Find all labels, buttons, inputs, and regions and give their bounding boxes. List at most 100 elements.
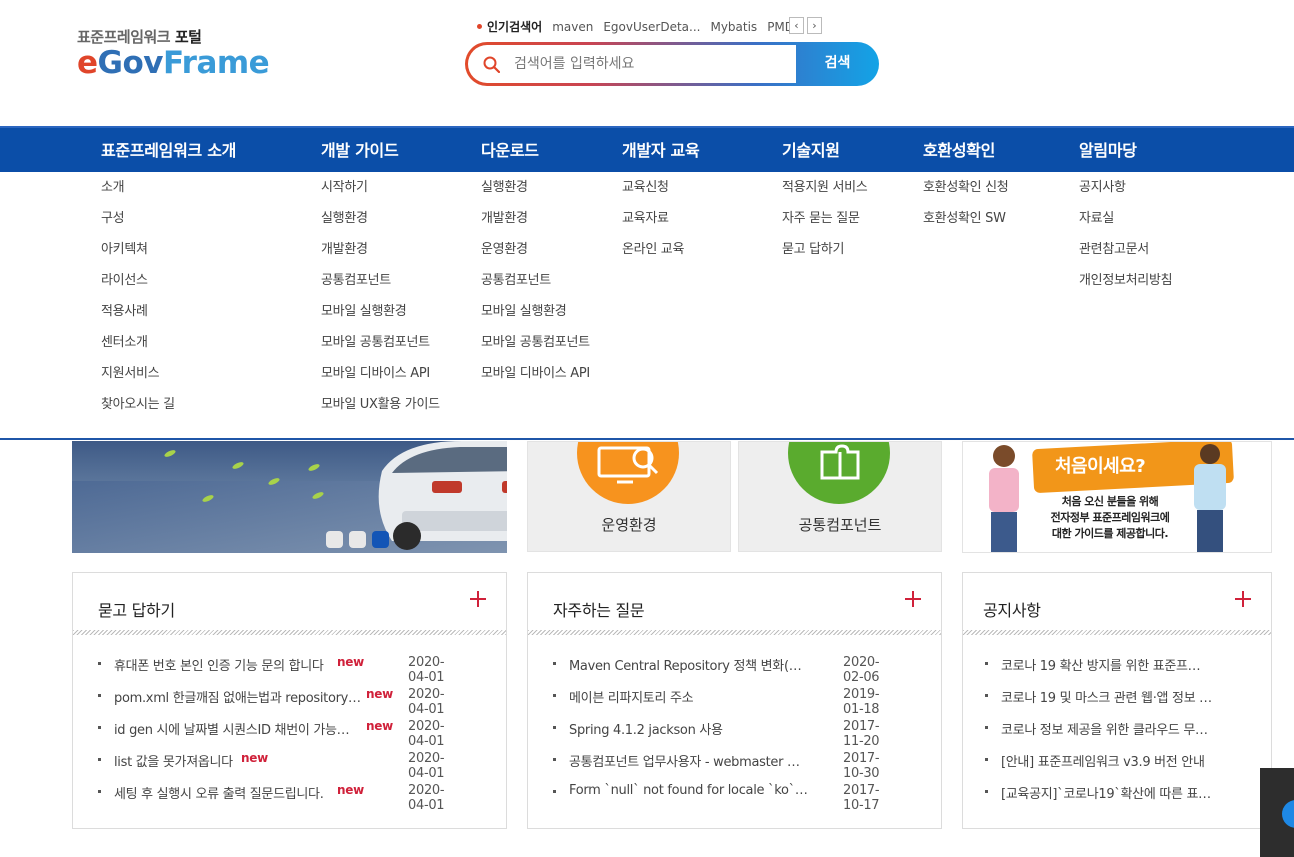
submenu-item[interactable]: 찾아오시는 길 (101, 396, 175, 427)
board-title: 자주하는 질문 (553, 601, 645, 620)
submenu-item[interactable]: 시작하기 (321, 179, 440, 210)
post-title[interactable]: 코로나 19 및 마스크 관련 웹·앱 정보 … (1001, 687, 1216, 706)
submenu-item[interactable]: 온라인 교육 (622, 241, 684, 272)
bullet-icon (98, 790, 101, 793)
kid-illustration (989, 445, 1019, 552)
submenu-item[interactable]: 적용지원 서비스 (782, 179, 868, 210)
submenu-item[interactable]: 개발환경 (481, 210, 590, 241)
popular-keyword[interactable]: maven (552, 20, 593, 34)
post-title[interactable]: Spring 4.1.2 jackson 사용 (569, 719, 809, 738)
prev-keyword-button[interactable]: ‹ (789, 17, 804, 34)
submenu-item[interactable]: 공통컴포넌트 (321, 272, 440, 303)
post-date: 2017-10-17 (843, 783, 880, 813)
quick-card-operations[interactable]: 운영환경 (527, 441, 731, 552)
nav-tech-support[interactable]: 기술지원 (782, 137, 840, 161)
plus-icon[interactable] (905, 591, 921, 607)
popular-title: 인기검색어 (487, 20, 543, 34)
submenu-item[interactable]: 지원서비스 (101, 365, 175, 396)
submenu-item[interactable]: 관련참고문서 (1079, 241, 1172, 272)
post-title[interactable]: 메이븐 리파지토리 주소 (569, 687, 809, 706)
slide-indicator[interactable] (349, 531, 366, 548)
post-date: 2020-04-01 (408, 719, 445, 749)
slide-indicator-active[interactable] (372, 531, 389, 548)
post-title[interactable]: id gen 시에 날짜별 시퀀스ID 채번이 가능… (114, 719, 364, 738)
submenu-item[interactable]: 모바일 UX활용 가이드 (321, 396, 440, 427)
submenu-item[interactable]: 실행환경 (481, 179, 590, 210)
submenu-item[interactable]: 모바일 실행환경 (321, 303, 440, 334)
search-field-wrap (468, 45, 796, 83)
submenu-item[interactable]: 교육신청 (622, 179, 684, 210)
nav-notice[interactable]: 알림마당 (1079, 137, 1137, 161)
bullet-icon (985, 790, 988, 793)
submenu-item[interactable]: 운영환경 (481, 241, 590, 272)
popular-keywords: 인기검색어 maven EgovUserDeta... Mybatis PMD ‹ › (477, 17, 827, 36)
post-title[interactable]: 세팅 후 실행시 오류 출력 질문드립니다. (114, 783, 336, 802)
submenu-item[interactable]: 모바일 실행환경 (481, 303, 590, 334)
submenu-item[interactable]: 실행환경 (321, 210, 440, 241)
submenu-item[interactable]: 개인정보처리방침 (1079, 272, 1173, 303)
submenu-dev-guide: 시작하기 실행환경 개발환경 공통컴포넌트 모바일 실행환경 모바일 공통컴포넌… (321, 179, 440, 427)
post-date: 2017-11-20 (843, 719, 880, 749)
submenu-item[interactable]: 모바일 공통컴포넌트 (481, 334, 590, 365)
nav-compatibility[interactable]: 호환성확인 (923, 137, 995, 161)
search-button[interactable]: 검색 (796, 42, 879, 86)
submenu-item[interactable]: 개발환경 (321, 241, 440, 272)
post-title[interactable]: 코로나 정보 제공을 위한 클라우드 무… (1001, 719, 1216, 738)
submenu-item[interactable]: 호환성확인 신청 (923, 179, 1009, 210)
submenu-item[interactable]: 교육자료 (622, 210, 684, 241)
main-banner[interactable] (72, 441, 507, 553)
post-title[interactable]: 휴대폰 번호 본인 인증 기능 문의 합니다 (114, 655, 336, 674)
plus-icon[interactable] (1235, 591, 1251, 607)
nav-dev-guide[interactable]: 개발 가이드 (321, 137, 399, 161)
submenu-item[interactable]: 모바일 디바이스 API (321, 365, 440, 396)
submenu-item[interactable]: 라이선스 (101, 272, 175, 303)
post-title[interactable]: [안내] 표준프레임워크 v3.9 버전 안내 (1001, 751, 1216, 770)
board-qna: 묻고 답하기 휴대폰 번호 본인 인증 기능 문의 합니다 new 2020-04-… (72, 572, 507, 829)
post-title[interactable]: Form `null` not found for locale `ko` … (569, 783, 809, 798)
post-title[interactable]: 코로나 19 확산 방지를 위한 표준프… (1001, 655, 1216, 674)
post-title[interactable]: list 값을 못가져옵니다 (114, 751, 239, 770)
post-title[interactable]: pom.xml 한글깨짐 없애는법과 repository… (114, 687, 364, 706)
submenu-item[interactable]: 센터소개 (101, 334, 175, 365)
submenu-item[interactable]: 모바일 디바이스 API (481, 365, 590, 396)
submenu-item[interactable]: 자료실 (1079, 210, 1172, 241)
submenu-compatibility: 호환성확인 신청 호환성확인 SW (923, 179, 1009, 241)
post-title[interactable]: [교육공지]`코로나19`확산에 따른 표… (1001, 783, 1216, 802)
plus-icon[interactable] (470, 591, 486, 607)
component-icon-circle (788, 442, 890, 504)
new-badge: new (337, 783, 364, 797)
nav-education[interactable]: 개발자 교육 (622, 137, 700, 161)
operations-icon-circle (577, 442, 679, 504)
submenu-item[interactable]: 자주 묻는 질문 (782, 210, 867, 241)
nav-download[interactable]: 다운로드 (481, 137, 539, 161)
popular-keyword[interactable]: EgovUserDeta... (603, 20, 700, 34)
submenu-item[interactable]: 묻고 답하기 (782, 241, 867, 272)
submenu-item[interactable]: 구성 (101, 210, 175, 241)
popular-keyword[interactable]: Mybatis (710, 20, 757, 34)
submenu-item[interactable]: 공지사항 (1079, 179, 1172, 210)
submenu-item[interactable]: 모바일 공통컴포넌트 (321, 334, 440, 365)
nav-intro[interactable]: 표준프레임워크 소개 (101, 137, 236, 161)
next-keyword-button[interactable]: › (807, 17, 822, 34)
post-title[interactable]: 공통컴포넌트 업무사용자 - webmaster … (569, 751, 809, 770)
slide-indicator[interactable] (326, 531, 343, 548)
post-date: 2020-04-01 (408, 751, 445, 781)
submenu-item[interactable]: 소개 (101, 179, 175, 210)
post-title[interactable]: Maven Central Repository 정책 변화(2… (569, 655, 809, 674)
bullet-icon (98, 662, 101, 665)
floating-widget[interactable] (1260, 768, 1294, 857)
submenu-item[interactable]: 공통컴포넌트 (481, 272, 590, 303)
submenu-item[interactable]: 적용사례 (101, 303, 175, 334)
red-dot-icon (477, 24, 482, 29)
chat-icon[interactable] (1282, 800, 1294, 828)
welcome-banner[interactable]: 처음이세요? 처음 오신 분들을 위해 전자정부 표준프레임워크에 대한 가이드… (962, 441, 1272, 553)
submenu-education: 교육신청 교육자료 온라인 교육 (622, 179, 684, 272)
bullet-icon (553, 662, 556, 665)
submenu-item[interactable]: 아키텍쳐 (101, 241, 175, 272)
search-input[interactable] (514, 53, 784, 75)
card-label: 운영환경 (601, 516, 657, 534)
logo[interactable]: 표준프레임워크 포털 eGovFrame (77, 26, 270, 79)
submenu-intro: 소개 구성 아키텍쳐 라이선스 적용사례 센터소개 지원서비스 찾아오시는 길 (101, 179, 175, 427)
submenu-item[interactable]: 호환성확인 SW (923, 210, 1008, 241)
quick-card-common-component[interactable]: 공통컴포넌트 (738, 441, 942, 552)
